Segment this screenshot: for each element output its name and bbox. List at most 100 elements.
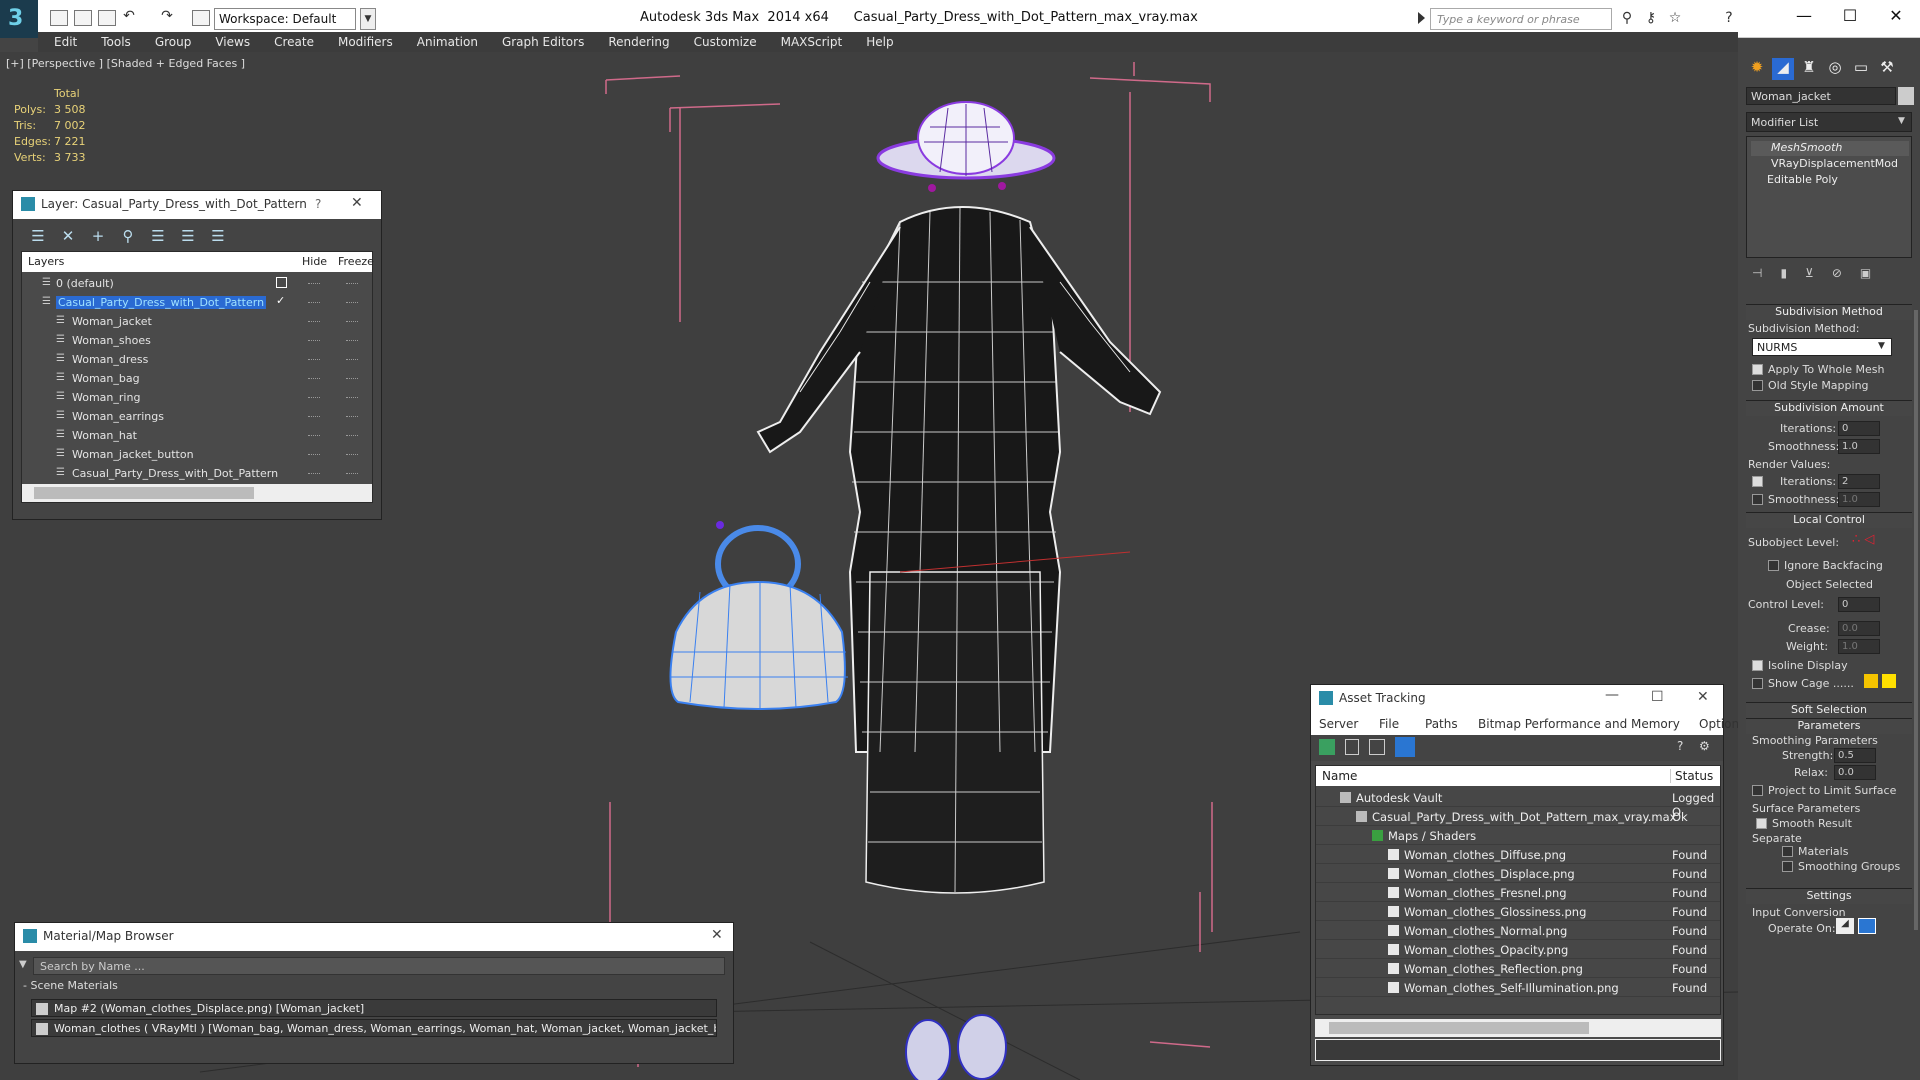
- smoothness-spinner[interactable]: 1.0: [1838, 439, 1880, 454]
- hierarchy-tab-icon[interactable]: ♜: [1798, 58, 1820, 80]
- layer-row[interactable]: ☰ Woman_dress: [22, 350, 372, 369]
- asset-row[interactable]: Woman_clothes_Opacity.png Found: [1316, 940, 1720, 959]
- menu-help[interactable]: Help: [854, 32, 905, 49]
- maximize-icon[interactable]: ☐: [1651, 689, 1664, 705]
- freeze-toggle[interactable]: [346, 454, 358, 455]
- col-name[interactable]: Name: [1322, 769, 1357, 783]
- help-icon[interactable]: ?: [315, 197, 321, 211]
- render-iterations-checkbox[interactable]: [1752, 476, 1763, 487]
- close-icon[interactable]: ✕: [711, 927, 723, 943]
- play-icon[interactable]: [1418, 12, 1425, 24]
- asset-row[interactable]: Maps / Shaders: [1316, 826, 1720, 845]
- layer-row[interactable]: ☰ Casual_Party_Dress_with_Dot_Pattern: [22, 464, 372, 483]
- close-icon[interactable]: ✕: [1697, 689, 1709, 705]
- render-smoothness-spinner[interactable]: 1.0: [1838, 492, 1880, 507]
- current-layer-icon[interactable]: [276, 277, 287, 288]
- refresh-icon[interactable]: [1319, 739, 1335, 755]
- layer-row[interactable]: ☰ Woman_hat: [22, 426, 372, 445]
- menu-views[interactable]: Views: [203, 32, 262, 49]
- asset-menu-bitmap-performance-and-memory[interactable]: Bitmap Performance and Memory: [1478, 717, 1680, 731]
- utilities-tab-icon[interactable]: ⚒: [1876, 58, 1898, 80]
- asset-row[interactable]: Woman_clothes_Diffuse.png Found: [1316, 845, 1720, 864]
- menu-animation[interactable]: Animation: [405, 32, 490, 49]
- asset-row[interactable]: Woman_clothes_Reflection.png Found: [1316, 959, 1720, 978]
- parameters-rollout[interactable]: Parameters: [1746, 718, 1912, 734]
- material-item[interactable]: Map #2 (Woman_clothes_Displace.png) [Wom…: [31, 999, 717, 1017]
- scene-materials-group[interactable]: - Scene Materials: [23, 979, 118, 992]
- ignore-backfacing-checkbox[interactable]: [1768, 560, 1779, 571]
- asset-row[interactable]: Woman_clothes_Glossiness.png Found: [1316, 902, 1720, 921]
- hide-toggle[interactable]: [308, 283, 320, 284]
- scroll-thumb[interactable]: [1329, 1022, 1589, 1034]
- hide-toggle[interactable]: [308, 321, 320, 322]
- asset-menu-paths[interactable]: Paths: [1425, 717, 1458, 731]
- hide-toggle[interactable]: [308, 359, 320, 360]
- hide-toggle[interactable]: [308, 378, 320, 379]
- control-level-spinner[interactable]: 0: [1838, 597, 1880, 612]
- stack-item-editable-poly[interactable]: Editable Poly: [1751, 173, 1909, 188]
- col-hide[interactable]: Hide: [302, 255, 327, 268]
- col-status[interactable]: Status: [1670, 769, 1713, 783]
- chevron-down-icon[interactable]: ▼: [360, 8, 376, 30]
- stack-controls[interactable]: ⊣▮⊻⊘▣: [1752, 266, 1902, 286]
- freeze-toggle[interactable]: [346, 397, 358, 398]
- show-cage-checkbox[interactable]: [1752, 678, 1763, 689]
- project-folder-icon[interactable]: [192, 10, 210, 26]
- motion-tab-icon[interactable]: ◎: [1824, 58, 1846, 80]
- viewport-label[interactable]: [+] [Perspective ] [Shaded + Edged Faces…: [6, 57, 245, 70]
- select-layer-icon[interactable]: ⚲: [117, 227, 139, 247]
- asset-row[interactable]: Autodesk Vault Logged O: [1316, 788, 1720, 819]
- relax-spinner[interactable]: 0.0: [1834, 765, 1876, 780]
- save-file-icon[interactable]: [98, 10, 116, 26]
- scroll-thumb[interactable]: [34, 487, 254, 499]
- col-layers[interactable]: Layers: [28, 255, 64, 268]
- layer-row[interactable]: ☰ Woman_ring: [22, 388, 372, 407]
- layer-row[interactable]: ☰ Casual_Party_Dress_with_Dot_Pattern ✓: [22, 293, 372, 312]
- help-icon[interactable]: ?: [1677, 739, 1683, 753]
- add-to-layer-icon[interactable]: +: [87, 227, 109, 247]
- stack-item-vraydisplacement[interactable]: VRayDisplacementMod: [1751, 157, 1909, 172]
- project-limit-checkbox[interactable]: [1752, 785, 1763, 796]
- weight-spinner[interactable]: 1.0: [1838, 639, 1880, 654]
- open-file-icon[interactable]: [74, 10, 92, 26]
- iterations-spinner[interactable]: 0: [1838, 421, 1880, 436]
- layer-row[interactable]: ☰ Woman_bag: [22, 369, 372, 388]
- apply-whole-mesh-checkbox[interactable]: [1752, 364, 1763, 375]
- freeze-all-layers-icon[interactable]: ☰: [207, 227, 229, 247]
- modifier-list-dropdown[interactable]: Modifier List: [1746, 112, 1912, 132]
- object-color-swatch[interactable]: [1898, 87, 1914, 105]
- search-options-icon[interactable]: ▼: [19, 959, 27, 970]
- freeze-toggle[interactable]: [346, 340, 358, 341]
- hide-toggle[interactable]: [308, 473, 320, 474]
- freeze-toggle[interactable]: [346, 473, 358, 474]
- detail-view-icon[interactable]: [1369, 739, 1385, 755]
- create-tab-icon[interactable]: ✹: [1746, 58, 1768, 80]
- layer-row[interactable]: ☰ Woman_jacket_button: [22, 445, 372, 464]
- command-panel-scrollbar[interactable]: [1914, 310, 1918, 930]
- asset-row[interactable]: Casual_Party_Dress_with_Dot_Pattern_max_…: [1316, 807, 1720, 826]
- menu-rendering[interactable]: Rendering: [596, 32, 681, 49]
- maximize-button[interactable]: ☐: [1830, 4, 1870, 28]
- search-input[interactable]: Type a keyword or phrase: [1430, 8, 1612, 30]
- undo-icon[interactable]: ↶: [120, 8, 138, 26]
- binoculars-icon[interactable]: ⚲: [1618, 10, 1636, 28]
- hide-toggle[interactable]: [308, 397, 320, 398]
- menu-group[interactable]: Group: [143, 32, 204, 49]
- asset-menu-file[interactable]: File: [1379, 717, 1399, 731]
- minimize-button[interactable]: —: [1784, 4, 1824, 28]
- settings-rollout[interactable]: Settings: [1746, 888, 1912, 904]
- menu-create[interactable]: Create: [262, 32, 326, 49]
- object-name-field[interactable]: Woman_jacket: [1746, 87, 1896, 105]
- workspace-dropdown[interactable]: Workspace: Default: [214, 8, 356, 30]
- freeze-toggle[interactable]: [346, 321, 358, 322]
- asset-menu-server[interactable]: Server: [1319, 717, 1358, 731]
- crease-spinner[interactable]: 0.0: [1838, 621, 1880, 636]
- isoline-display-checkbox[interactable]: [1752, 660, 1763, 671]
- horizontal-scrollbar[interactable]: [22, 484, 372, 502]
- asset-row[interactable]: Woman_clothes_Fresnel.png Found: [1316, 883, 1720, 902]
- freeze-toggle[interactable]: [346, 435, 358, 436]
- hide-all-layers-icon[interactable]: ☰: [177, 227, 199, 247]
- material-item[interactable]: Woman_clothes ( VRayMtl ) [Woman_bag, Wo…: [31, 1019, 717, 1037]
- menu-tools[interactable]: Tools: [89, 32, 143, 49]
- asset-row[interactable]: Woman_clothes_Displace.png Found: [1316, 864, 1720, 883]
